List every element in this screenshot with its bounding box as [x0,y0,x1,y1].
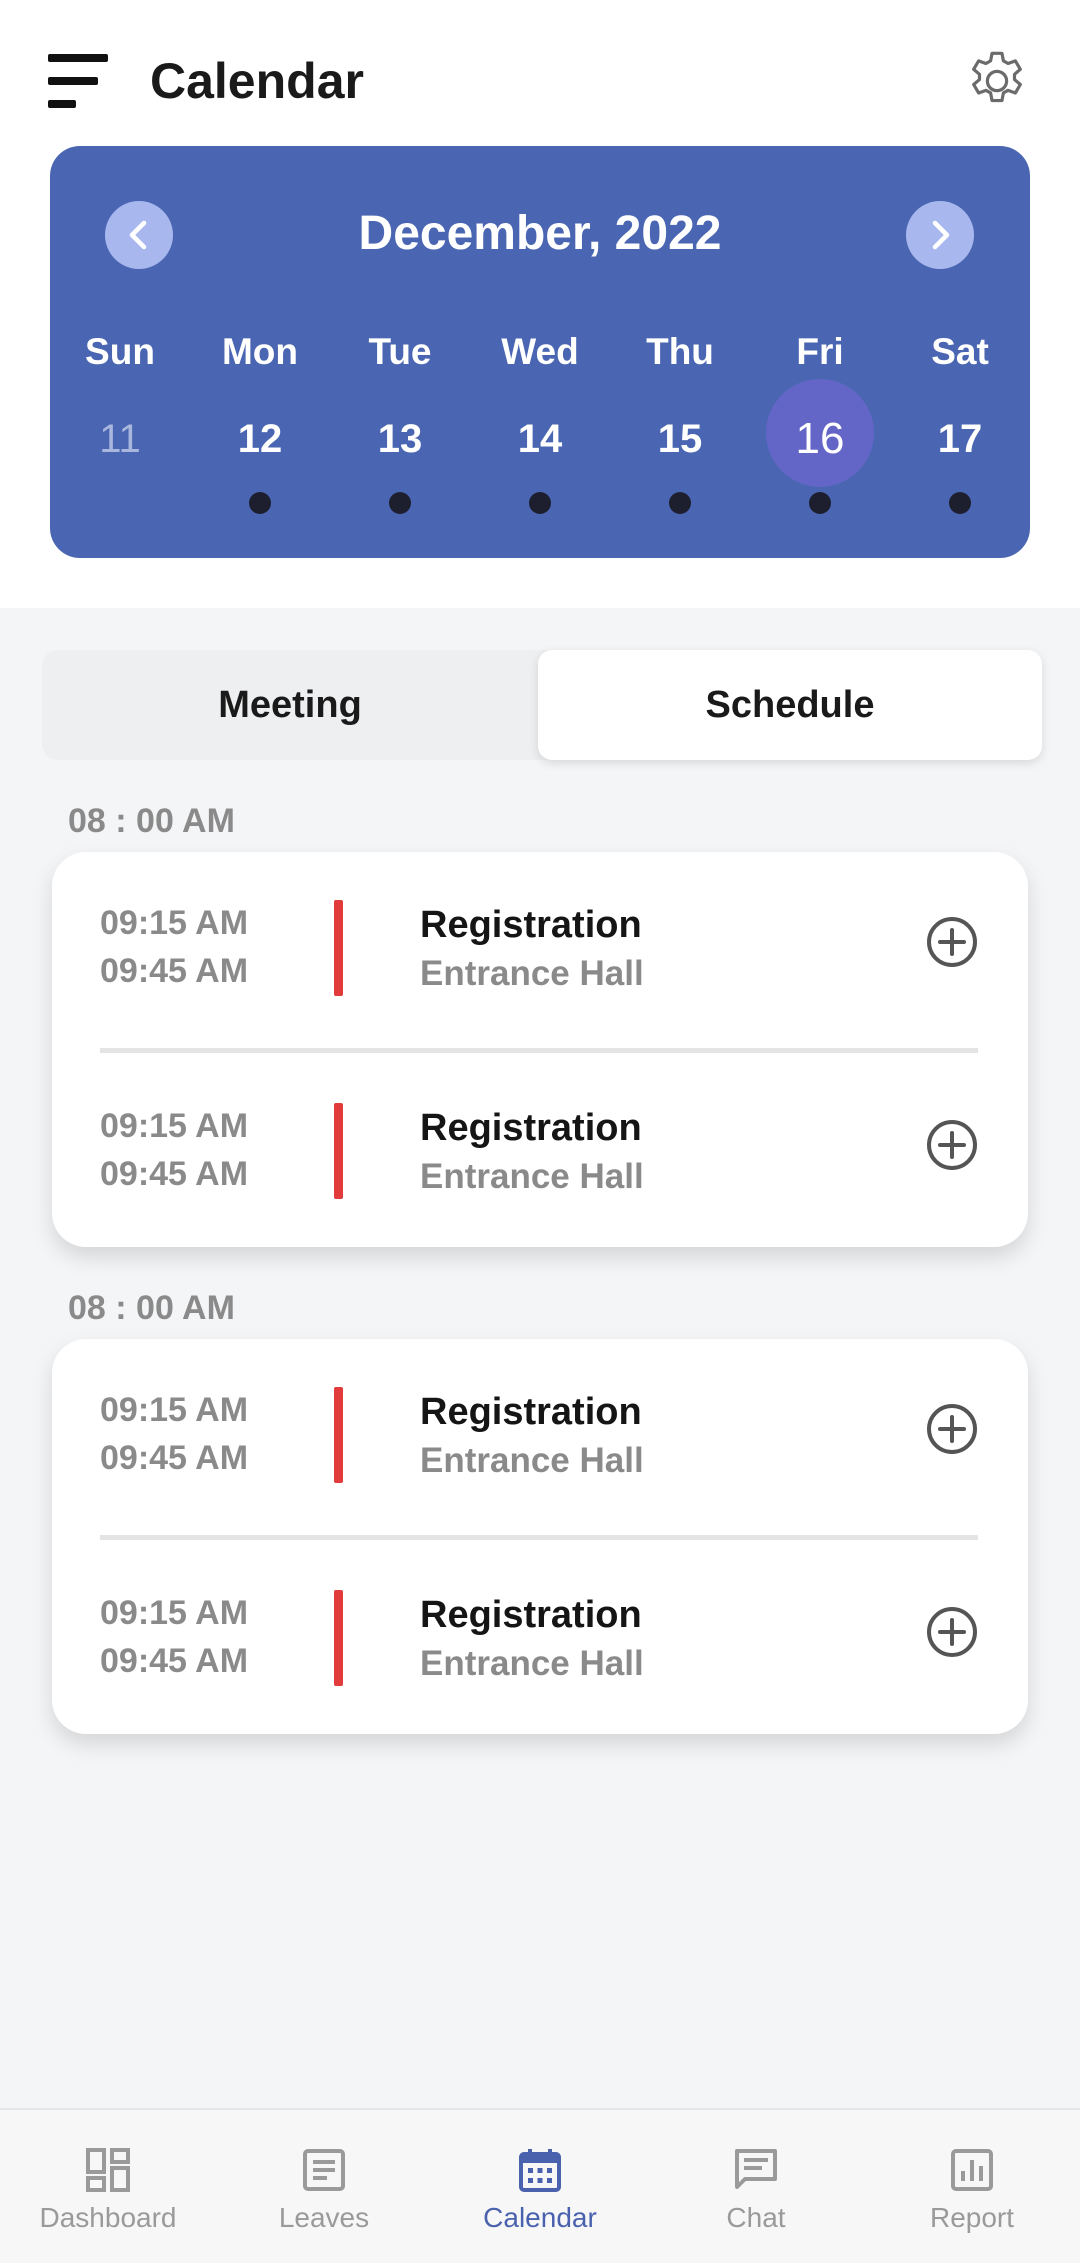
leaves-icon [303,2149,345,2191]
day-cell[interactable]: 13 [330,416,470,516]
weekday-label: Mon [221,331,299,372]
nav-label: Leaves [278,2202,370,2233]
nav-label: Report [929,2202,1015,2233]
event-start-time: 09:15 AM [100,904,249,942]
event-dot [529,492,551,514]
nav-dashboard[interactable]: Dashboard [0,2110,216,2263]
divider [100,1535,978,1540]
events-card: 09:15 AM 09:45 AM Registration Entrance … [52,852,1028,1247]
weekday-label: Wed [501,331,579,372]
nav-chat[interactable]: Chat [648,2110,864,2263]
event-location: Entrance Hall [420,954,644,993]
add-circle-icon[interactable] [924,914,980,970]
event-location: Entrance Hall [420,1644,644,1683]
day-cell-selected[interactable]: 16 [750,379,890,516]
day-cell[interactable]: 15 [610,416,750,516]
day-number: 17 [937,417,983,461]
event-location: Entrance Hall [420,1157,644,1196]
event-end-time: 09:45 AM [100,1439,249,1477]
report-icon [951,2149,993,2191]
nav-label: Chat [726,2202,786,2233]
event-title: Registration [420,1107,642,1149]
nav-report[interactable]: Report [864,2110,1080,2263]
day-number: 12 [237,417,283,461]
event-dot [949,492,971,514]
event-dot [389,492,411,514]
dashboard-icon [86,2148,130,2192]
weekday-label: Fri [796,331,844,372]
add-circle-icon[interactable] [924,1117,980,1173]
weekday-label: Thu [646,331,714,372]
bottom-nav: Dashboard Leaves Calendar Chat Report [0,2108,1080,2263]
event-start-time: 09:15 AM [100,1107,249,1145]
event-color-bar [334,1103,343,1199]
day-cell[interactable]: 17 [890,416,1030,516]
event-item: 09:15 AM 09:45 AM Registration Entrance … [52,1590,1028,1744]
time-group-heading: 08 : 00 AM [68,802,235,840]
event-end-time: 09:45 AM [100,1642,249,1680]
event-color-bar [334,900,343,996]
weekday-label: Sun [85,331,155,372]
event-dot [809,492,831,514]
app-header: Calendar [0,0,1080,145]
add-circle-icon[interactable] [924,1604,980,1660]
weekday-row: Sun Mon Tue Wed Thu Fri Sat [50,331,1030,381]
day-number: 11 [99,417,141,461]
event-title: Registration [420,904,642,946]
day-cell[interactable]: 12 [190,416,330,516]
calendar-card: December, 2022 Sun Mon Tue Wed Thu Fri S… [50,146,1030,558]
event-item: 09:15 AM 09:45 AM Registration Entrance … [52,900,1028,1054]
event-color-bar [334,1387,343,1483]
page-title: Calendar [150,53,364,109]
gear-icon[interactable] [962,46,1032,116]
add-circle-icon[interactable] [924,1401,980,1457]
event-item: 09:15 AM 09:45 AM Registration Entrance … [52,1387,1028,1541]
day-number: 16 [795,414,845,463]
event-title: Registration [420,1391,642,1433]
event-dot [249,492,271,514]
month-label: December, 2022 [358,207,722,260]
event-dot [669,492,691,514]
event-end-time: 09:45 AM [100,952,249,990]
event-item: 09:15 AM 09:45 AM Registration Entrance … [52,1103,1028,1257]
nav-label: Calendar [483,2202,597,2233]
menu-icon[interactable] [48,52,110,110]
chevron-right-icon [932,220,950,250]
next-month-button[interactable] [906,201,974,269]
event-end-time: 09:45 AM [100,1155,249,1193]
nav-label: Dashboard [39,2202,177,2233]
events-card: 09:15 AM 09:45 AM Registration Entrance … [52,1339,1028,1734]
tab-meeting[interactable]: Meeting [42,650,538,760]
tab-bar: Meeting Schedule [42,650,1042,760]
time-group-heading: 08 : 00 AM [68,1289,235,1327]
calendar-icon [519,2149,561,2192]
tab-schedule[interactable]: Schedule [538,650,1042,760]
nav-calendar[interactable]: Calendar [432,2110,648,2263]
day-cell[interactable]: 14 [470,416,610,516]
day-cell[interactable]: 11 [50,416,190,516]
nav-leaves[interactable]: Leaves [216,2110,432,2263]
day-number: 14 [517,417,563,461]
divider [100,1048,978,1053]
day-number: 13 [377,417,423,461]
chat-icon [735,2149,777,2189]
event-color-bar [334,1590,343,1686]
weekday-label: Tue [368,331,432,372]
weekday-label: Sat [931,331,989,372]
event-start-time: 09:15 AM [100,1594,249,1632]
day-number: 15 [657,417,703,461]
event-title: Registration [420,1594,642,1636]
event-location: Entrance Hall [420,1441,644,1480]
event-start-time: 09:15 AM [100,1391,249,1429]
